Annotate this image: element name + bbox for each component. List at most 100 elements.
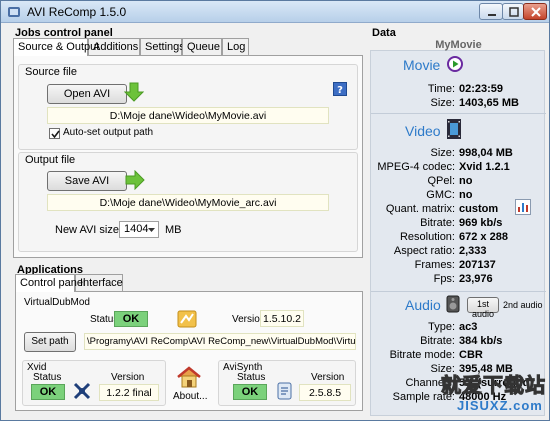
svg-text:?: ? — [337, 85, 343, 96]
app-window: AVI ReComp 1.5.0 Jobs control panel Sour… — [0, 0, 550, 421]
close-button[interactable] — [523, 3, 547, 20]
source-file-label: Source file — [25, 66, 77, 78]
virtualdub-icon — [177, 310, 197, 328]
site-watermark: 就爱下载站 JISUXZ.com — [431, 367, 549, 419]
size-combo[interactable]: 1404 — [119, 221, 159, 238]
video-aspect-label: Aspect ratio: — [393, 245, 455, 257]
video-frames-value: 207137 — [459, 259, 496, 271]
video-fps-label: Fps: — [433, 273, 455, 285]
movie-time-value: 02:23:59 — [459, 83, 504, 95]
avisynth-group: AviSynth Status OK Version 2.5.8.5 — [218, 360, 356, 406]
avisynth-status-label: Status — [237, 372, 266, 383]
tab-control-panel[interactable]: Control panel — [15, 274, 85, 292]
autoset-label: Auto-set output path — [63, 127, 154, 138]
save-avi-button[interactable]: Save AVI — [47, 171, 127, 191]
open-avi-button[interactable]: Open AVI — [47, 84, 127, 104]
avisynth-version-label: Version — [311, 372, 345, 383]
help-icon[interactable]: ? — [333, 82, 347, 96]
window-title: AVI ReComp 1.5.0 — [27, 5, 127, 19]
audio-heading: Audio — [405, 297, 441, 313]
audio-bitrate-value: 384 kb/s — [459, 335, 503, 347]
separator — [371, 113, 546, 114]
video-fps-value: 23,976 — [459, 273, 493, 285]
avisynth-version-field: 2.5.8.5 — [299, 384, 351, 401]
movie-time-label: Time: — [427, 83, 455, 95]
control-panel: VirtualDubMod Status OK Version 1.5.10.2… — [15, 291, 363, 411]
maximize-button[interactable] — [502, 3, 524, 20]
xvid-group: Xvid Status OK Version 1.2.2 final — [22, 360, 166, 406]
video-codec-label: MPEG-4 codec: — [377, 161, 455, 173]
xvid-version-field: 1.2.2 final — [99, 384, 159, 401]
data-panel: MyMovie Movie Time: 02:23:59 Size: 1403,… — [370, 39, 546, 416]
second-audio-button[interactable]: 2nd audio — [503, 300, 543, 310]
video-bitrate-label: Bitrate: — [420, 217, 455, 229]
new-size-label: New AVI size = — [55, 224, 129, 236]
tab-source-output[interactable]: Source & Output — [13, 38, 99, 56]
audio-bitrate-label: Bitrate: — [420, 335, 455, 347]
play-icon — [447, 56, 463, 72]
audio-type-label: Type: — [428, 321, 455, 333]
movie-size-label: Size: — [430, 97, 455, 109]
avisynth-icon — [277, 382, 292, 400]
video-resolution-value: 672 x 288 — [459, 231, 508, 243]
video-size-value: 998,04 MB — [459, 147, 513, 159]
video-bitrate-value: 969 kb/s — [459, 217, 503, 229]
maximize-icon — [509, 7, 519, 17]
matrix-chart-icon[interactable] — [515, 199, 531, 215]
check-icon — [51, 130, 60, 139]
xvid-status-label: Status — [33, 372, 62, 383]
tab-log[interactable]: Log — [222, 38, 249, 55]
about-button[interactable]: About... — [170, 366, 210, 408]
video-qpel-label: QPel: — [427, 175, 455, 187]
down-arrow-icon — [124, 82, 144, 102]
vdm-version-field: 1.5.10.2 — [260, 310, 304, 327]
size-unit: MB — [165, 224, 182, 236]
home-icon — [177, 366, 201, 388]
video-qpel-value: no — [459, 175, 473, 187]
audio-mode-value: CBR — [459, 349, 483, 361]
output-path-field[interactable]: D:\Moje dane\Wideo\MyMovie_arc.avi — [47, 194, 329, 211]
first-audio-button[interactable]: 1st audio — [467, 297, 499, 319]
video-aspect-value: 2,333 — [459, 245, 487, 257]
title-bar: AVI ReComp 1.5.0 — [1, 1, 549, 23]
source-path-field[interactable]: D:\Moje dane\Wideo\MyMovie.avi — [47, 107, 329, 124]
video-gmc-label: GMC: — [426, 189, 455, 201]
autoset-checkbox[interactable] — [49, 128, 60, 139]
video-gmc-value: no — [459, 189, 473, 201]
video-resolution-label: Resolution: — [399, 231, 455, 243]
about-label: About... — [173, 391, 208, 402]
tab-queue[interactable]: Queue — [182, 38, 222, 55]
vdm-path-field[interactable]: \Programy\AVI ReComp\AVI ReComp_new\Virt… — [84, 333, 356, 350]
minimize-button[interactable] — [479, 3, 503, 20]
xvid-version-label: Version — [111, 372, 145, 383]
video-heading: Video — [405, 123, 441, 139]
app-icon — [8, 7, 20, 17]
speaker-icon — [446, 295, 460, 313]
watermark-cn: 就爱下载站 — [441, 375, 546, 398]
set-path-button[interactable]: Set path — [24, 332, 76, 352]
source-output-panel: Source file Open AVI ? D:\Moje dane\Wide… — [13, 55, 363, 258]
audio-type-value: ac3 — [459, 321, 478, 333]
avisynth-status-badge: OK — [233, 384, 267, 400]
tab-settings[interactable]: Settings — [140, 38, 185, 55]
video-codec-value: Xvid 1.2.1 — [459, 161, 510, 173]
vdm-status-badge: OK — [114, 311, 148, 327]
xvid-status-badge: OK — [31, 384, 65, 400]
watermark-url: JISUXZ.com — [457, 398, 543, 413]
movie-size-value: 1403,65 MB — [459, 97, 519, 109]
virtualdubmod-title: VirtualDubMod — [24, 297, 90, 308]
chevron-down-icon — [148, 228, 155, 232]
close-icon — [531, 7, 541, 17]
video-frames-label: Frames: — [414, 259, 455, 271]
size-value: 1404 — [124, 223, 149, 235]
output-file-label: Output file — [25, 154, 76, 166]
separator — [371, 291, 546, 292]
right-arrow-icon — [125, 170, 145, 190]
movie-name: MyMovie — [435, 39, 482, 51]
movie-heading: Movie — [403, 57, 441, 73]
video-size-label: Size: — [430, 147, 455, 159]
minimize-icon — [488, 14, 496, 16]
source-group: Source file Open AVI ? D:\Moje dane\Wide… — [18, 64, 358, 150]
video-quant-value: custom — [459, 203, 499, 215]
data-title: Data — [372, 27, 396, 39]
